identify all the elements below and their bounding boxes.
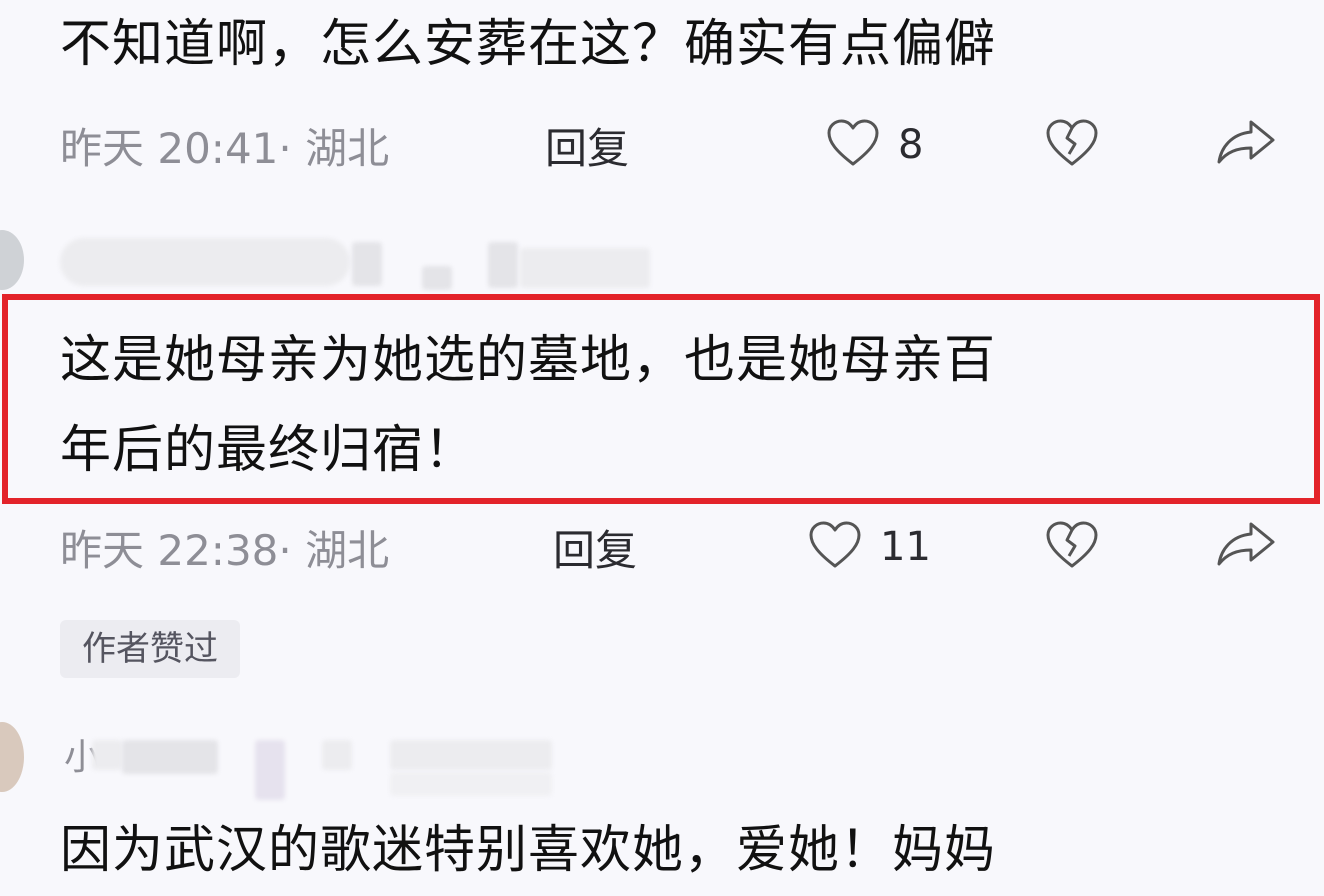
- comment-text: 因为武汉的歌迷特别喜欢她，爱她！妈妈: [60, 821, 997, 880]
- comment-meta: 昨天 20:41· 湖北: [60, 124, 390, 173]
- share-arrow-icon[interactable]: [1215, 118, 1277, 168]
- username-blurred[interactable]: [60, 238, 350, 286]
- comment-text: 不知道啊，怎么安葬在这？确实有点偏僻: [60, 15, 997, 74]
- like-count: 11: [880, 524, 931, 570]
- reply-button[interactable]: 回复: [545, 124, 629, 174]
- comment-text: 年后的最终归宿！: [60, 421, 477, 480]
- like-count: 8: [898, 122, 924, 168]
- heart-outline-icon[interactable]: [826, 118, 880, 168]
- avatar[interactable]: [0, 230, 24, 290]
- share-arrow-icon[interactable]: [1215, 520, 1277, 570]
- avatar[interactable]: [0, 722, 24, 792]
- comment-meta: 昨天 22:38· 湖北: [60, 526, 390, 575]
- comment-text: 这是她母亲为她选的墓地，也是她母亲百: [60, 331, 997, 390]
- broken-heart-icon[interactable]: [1045, 118, 1099, 168]
- heart-outline-icon[interactable]: [808, 520, 862, 570]
- author-liked-badge: 作者赞过: [60, 620, 240, 678]
- broken-heart-icon[interactable]: [1045, 520, 1099, 570]
- reply-button[interactable]: 回复: [553, 526, 637, 576]
